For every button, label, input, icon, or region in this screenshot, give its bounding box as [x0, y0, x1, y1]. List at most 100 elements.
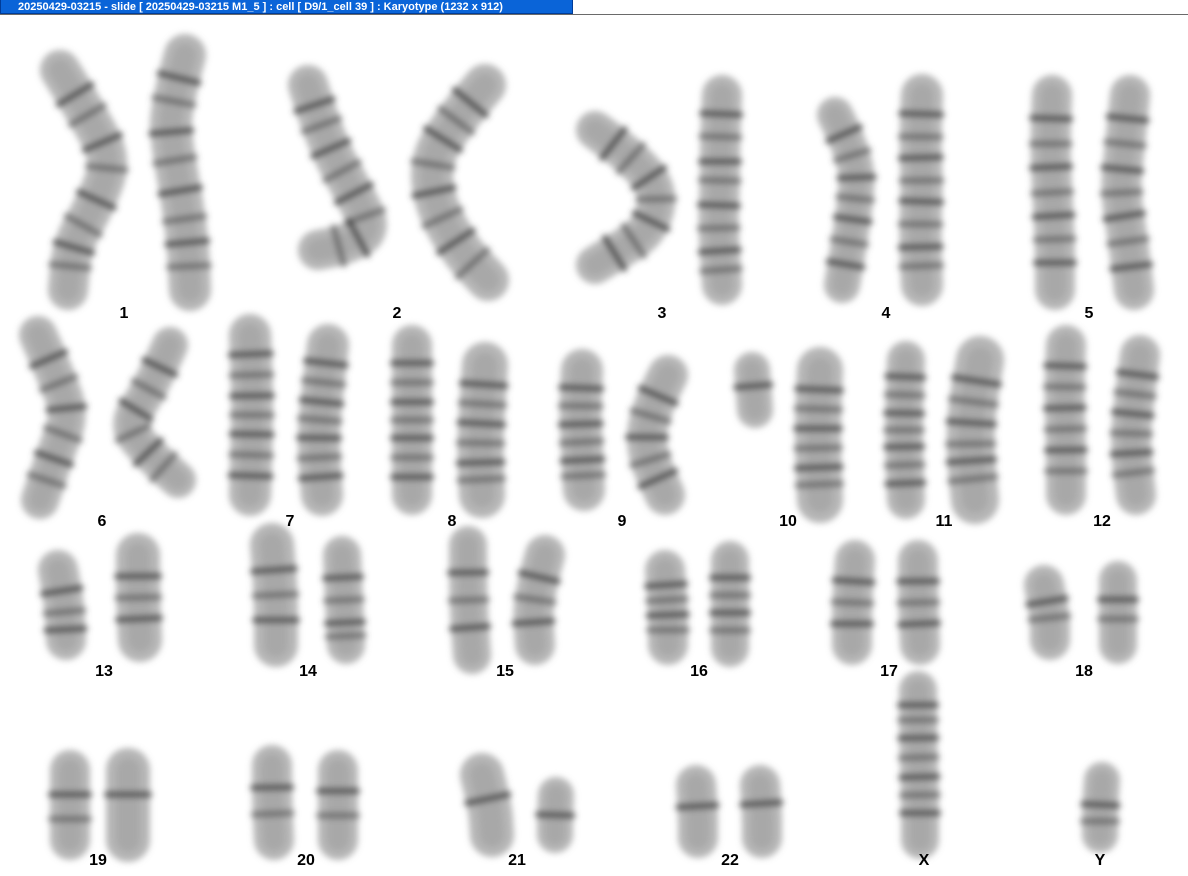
chromosome-5-homolog-2	[1099, 75, 1154, 310]
chromosome-1-homolog-1	[40, 50, 129, 310]
chromosome-band	[883, 391, 926, 399]
chromosome-band	[1102, 138, 1148, 149]
chromosome-band	[323, 618, 367, 627]
chromosome-band	[1100, 164, 1145, 175]
chromosome-13-homolog-2	[113, 533, 164, 662]
chromosome-pair-22	[675, 765, 784, 858]
chromosome-band	[228, 371, 275, 379]
chromosome-4-homolog-1	[817, 97, 877, 303]
chromosome-band	[45, 403, 88, 413]
chromosome-16-homolog-1	[643, 550, 691, 665]
chromosome-label-1: 1	[119, 305, 129, 322]
chromosome-band	[898, 773, 941, 781]
chromosome-label-21: 21	[508, 852, 526, 869]
chromosome-label-X: X	[918, 852, 930, 869]
chromosome-pair-11	[882, 336, 1004, 524]
chromosome-core	[469, 762, 505, 848]
chromosome-label-20: 20	[297, 852, 315, 869]
chromosome-12-homolog-1	[1042, 325, 1089, 515]
chromosome-label-2: 2	[392, 305, 402, 322]
chromosome-core	[907, 679, 931, 851]
chromosome-15-homolog-2	[511, 535, 565, 665]
chromosome-band	[834, 193, 876, 204]
chromosome-band	[557, 402, 604, 410]
chromosome-18-homolog-2	[1096, 561, 1140, 664]
chromosome-band	[114, 594, 163, 601]
chromosome-band	[697, 177, 742, 185]
chromosome-pair-21	[460, 753, 576, 857]
chromosome-band	[944, 440, 997, 448]
chromosome-band	[897, 753, 940, 762]
chromosome-X-homolog-1	[896, 671, 942, 859]
chromosome-core	[749, 774, 773, 849]
chromosome-band	[698, 133, 743, 141]
chromosome-band	[1030, 188, 1075, 197]
chromosome-band	[794, 480, 845, 489]
chromosome-band	[165, 262, 213, 271]
chromosome-band	[1031, 211, 1076, 220]
chromosome-17-homolog-1	[829, 540, 876, 665]
chromosome-9-homolog-1	[557, 349, 607, 511]
chromosome-label-4: 4	[881, 305, 891, 322]
chromosome-band	[227, 472, 274, 480]
chromosome-pair-18	[1024, 561, 1140, 664]
chromosome-band	[1028, 163, 1074, 171]
chromosome-label-6: 6	[97, 513, 107, 530]
chromosome-band	[883, 461, 926, 469]
chromosome-21-homolog-2	[534, 777, 576, 853]
chromosome-22-homolog-1	[675, 765, 720, 858]
chromosome-pair-15	[446, 526, 565, 674]
chromosome-band	[696, 224, 741, 232]
chromosome-pair-Y	[1079, 762, 1121, 853]
chromosome-11-homolog-1	[882, 341, 927, 519]
chromosome-band	[884, 373, 927, 381]
chromosome-band	[882, 443, 926, 451]
chromosome-pair-20	[249, 745, 361, 860]
chromosome-band	[898, 791, 942, 799]
chromosome-band	[896, 619, 942, 628]
chromosome-pair-3	[576, 75, 744, 305]
chromosome-band	[447, 596, 490, 604]
chromosome-label-16: 16	[690, 663, 708, 680]
chromosome-band	[896, 599, 941, 606]
chromosome-band	[897, 243, 944, 251]
chromosome-band	[298, 396, 345, 407]
chromosome-band	[114, 614, 164, 623]
chromosome-band	[698, 265, 744, 275]
chromosome-band	[1109, 429, 1154, 437]
chromosome-pair-14	[249, 523, 367, 667]
chromosome-pair-8	[389, 325, 509, 518]
chromosome-3-homolog-2	[696, 75, 744, 305]
chromosome-band	[457, 399, 508, 409]
chromosome-band	[558, 384, 605, 392]
chromosome-label-8: 8	[447, 513, 457, 530]
chromosome-label-7: 7	[285, 513, 295, 530]
chromosome-band	[1027, 612, 1072, 623]
chromosome-band	[733, 381, 774, 391]
chromosome-label-14: 14	[299, 663, 317, 680]
chromosome-band	[559, 456, 606, 465]
chromosome-band	[634, 195, 678, 203]
chromosome-4-homolog-2	[897, 74, 945, 306]
chromosome-band	[793, 444, 844, 452]
chromosome-band	[251, 591, 300, 599]
chromosome-core	[261, 754, 285, 851]
chromosome-label-5: 5	[1084, 305, 1094, 322]
chromosome-label-15: 15	[496, 663, 514, 680]
chromosome-band	[228, 451, 275, 459]
chromosome-band	[945, 418, 998, 428]
chromosome-core	[654, 559, 679, 656]
chromosome-core	[1033, 574, 1061, 651]
chromosome-band	[557, 420, 604, 428]
chromosome-band	[830, 598, 875, 607]
chromosome-band	[697, 246, 742, 256]
chromosome-band	[249, 565, 299, 575]
chromosome-band	[558, 438, 605, 447]
chromosome-band	[1099, 188, 1144, 197]
chromosome-6-homolog-1	[19, 316, 88, 519]
chromosome-8-homolog-2	[455, 342, 509, 518]
chromosome-pair-1	[40, 34, 213, 311]
chromosome-band	[148, 127, 195, 137]
chromosome-17-homolog-2	[895, 540, 942, 665]
chromosome-band	[643, 580, 689, 590]
